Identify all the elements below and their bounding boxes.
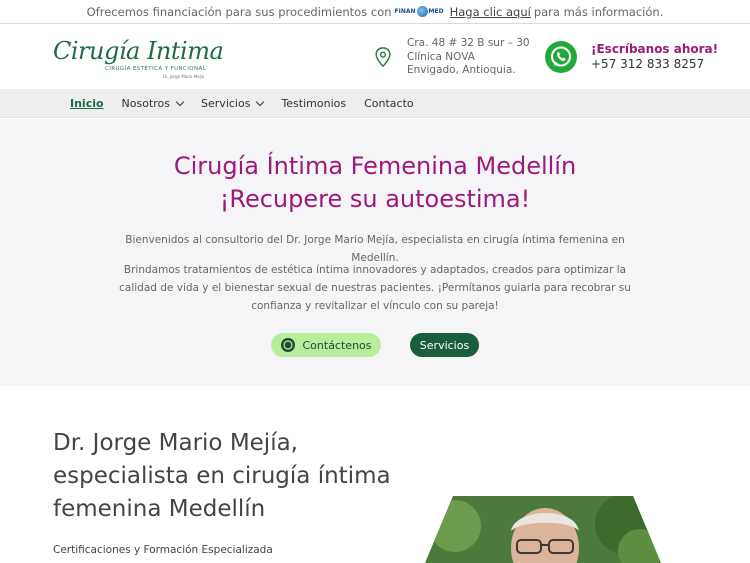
address-line-2: Clínica NOVA — [407, 50, 475, 63]
whatsapp-icon[interactable] — [545, 41, 577, 73]
doctor-photo — [425, 496, 661, 563]
hero-title: Cirugía Íntima Femenina Medellín ¡Recupe… — [173, 152, 577, 213]
site-logo[interactable]: Cirugía Intima CIRUGÍA ESTÉTICA Y FUNCIO… — [53, 37, 224, 79]
logo-script: Cirugía Intima — [53, 37, 224, 65]
financing-text-after: para más información. — [533, 4, 664, 19]
whatsapp-icon — [280, 338, 295, 352]
financing-text: Ofrecemos financiación para sus procedim… — [86, 4, 392, 19]
nav-item-inicio[interactable]: Inicio — [70, 97, 104, 110]
contact-button[interactable]: Contáctenos — [271, 333, 381, 357]
address-line-1: Cra. 48 # 32 B sur – 30 — [407, 37, 530, 49]
hero-description: Brindamos tratamientos de estética íntim… — [119, 264, 631, 312]
globe-icon — [416, 6, 428, 17]
site-header: Cirugía Intima CIRUGÍA ESTÉTICA Y FUNCIO… — [0, 25, 750, 89]
logo-doctor: Dr. Jorge Mario Mejía — [163, 74, 205, 79]
about-heading: Dr. Jorge Mario Mejía, especialista en c… — [53, 430, 391, 522]
financing-bar: Ofrecemos financiación para sus procedim… — [0, 0, 750, 24]
nav-item-testimonios[interactable]: Testimonios — [281, 97, 346, 110]
chevron-down-icon — [175, 97, 185, 106]
finanmed-logo: FINAN MED — [394, 6, 444, 17]
address-line-3: Envigado, Antioquia. — [407, 64, 516, 76]
about-section: Dr. Jorge Mario Mejía, especialista en c… — [0, 386, 750, 563]
logo-subtitle: CIRUGÍA ESTÉTICA Y FUNCIONAL — [105, 66, 207, 72]
nav-item-servicios[interactable]: Servicios — [201, 97, 265, 110]
chevron-down-icon — [256, 97, 265, 106]
certifications-subheading: Certificaciones y Formación Especializad… — [53, 544, 273, 556]
whatsapp-contact[interactable]: ¡Escríbanos ahora! +57 312 833 8257 — [545, 39, 735, 75]
financing-link[interactable]: Haga clic aquí — [450, 5, 531, 19]
hero-section: Cirugía Íntima Femenina Medellín ¡Recupe… — [0, 119, 750, 386]
whatsapp-cta-title: ¡Escríbanos ahora! — [591, 42, 719, 56]
location-pin-icon — [375, 47, 391, 68]
whatsapp-phone[interactable]: +57 312 833 8257 — [591, 57, 704, 71]
address-block: Cra. 48 # 32 B sur – 30 Clínica NOVA Env… — [372, 37, 532, 79]
services-button[interactable]: Servicios — [410, 333, 479, 357]
nav-item-contacto[interactable]: Contacto — [364, 97, 414, 110]
main-nav: Inicio Nosotros Servicios Testimonios Co… — [0, 89, 750, 118]
nav-item-nosotros[interactable]: Nosotros — [122, 97, 185, 110]
